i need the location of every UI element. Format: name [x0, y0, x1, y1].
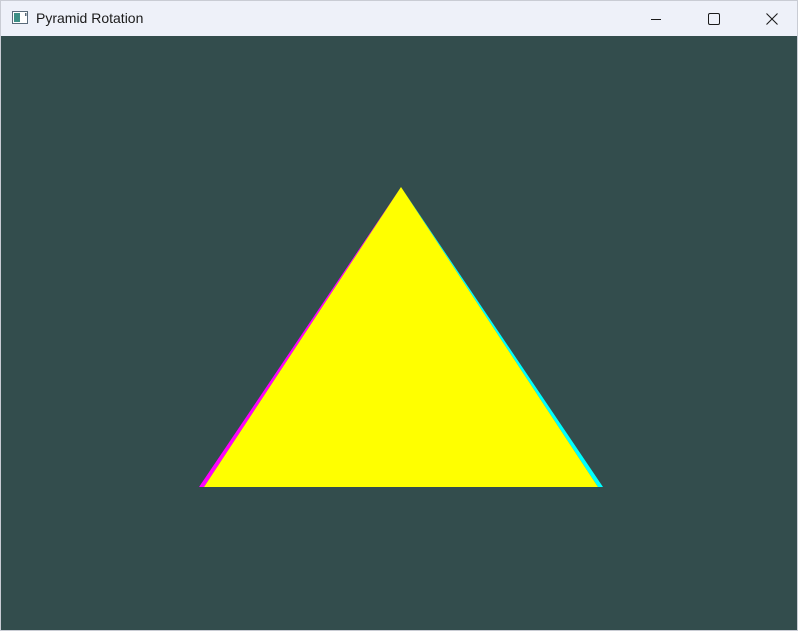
title-bar[interactable]: Pyramid Rotation: [1, 1, 797, 36]
app-window: Pyramid Rotation: [0, 0, 798, 631]
close-button[interactable]: [749, 1, 795, 36]
app-window-icon: [12, 11, 28, 24]
close-icon: [766, 12, 778, 25]
render-viewport[interactable]: [1, 36, 797, 630]
pyramid-canvas: [1, 36, 797, 630]
window-title: Pyramid Rotation: [36, 10, 144, 26]
minimize-button[interactable]: [633, 1, 679, 36]
maximize-button[interactable]: [691, 1, 737, 36]
minimize-icon: [650, 13, 662, 25]
maximize-icon: [708, 12, 720, 25]
